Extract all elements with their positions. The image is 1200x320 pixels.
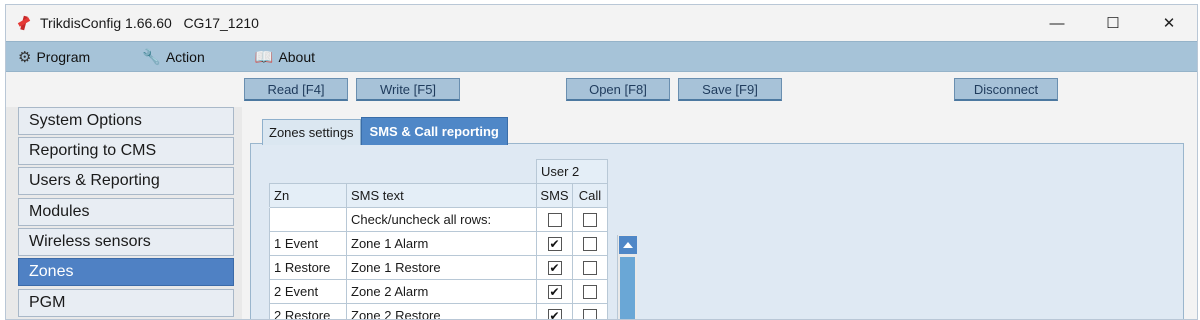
open-button[interactable]: Open [F8] — [566, 78, 670, 101]
column-header-zn: Zn — [270, 184, 347, 208]
sidebar-item-pgm[interactable]: PGM — [18, 289, 234, 317]
call-cell — [573, 280, 608, 304]
wrench-icon: 🔧 — [142, 48, 161, 66]
sms-cell: ✔ — [537, 256, 573, 280]
sms-cell: ✔ — [537, 304, 573, 319]
check-all-row: Check/uncheck all rows: — [269, 208, 608, 232]
check-all-zn-cell — [270, 208, 347, 232]
menu-about[interactable]: 📖 About — [247, 42, 323, 71]
sidebar-item-reporting-to-cms[interactable]: Reporting to CMS — [18, 137, 234, 165]
call-cell — [573, 304, 608, 319]
menu-bar: ⚙ Program 🔧 Action 📖 About — [6, 41, 1197, 72]
sidebar-item-wireless-sensors[interactable]: Wireless sensors — [18, 228, 234, 256]
book-icon: 📖 — [254, 48, 274, 66]
toolbar: Read [F4] Write [F5] Open [F8] Save [F9]… — [6, 72, 1197, 107]
grid-scrollbar[interactable] — [617, 235, 637, 319]
check-all-sms-checkbox[interactable] — [547, 212, 562, 227]
sms-cell: ✔ — [537, 232, 573, 256]
scroll-up-arrow-icon[interactable] — [619, 236, 637, 254]
scrollbar-thumb[interactable] — [620, 257, 635, 319]
zn-cell: 1 Event — [270, 232, 347, 256]
read-button[interactable]: Read [F4] — [244, 78, 348, 101]
window-controls: — ☐ ✕ — [1029, 5, 1197, 41]
sidebar-item-zones[interactable]: Zones — [18, 258, 234, 286]
call-cell — [573, 232, 608, 256]
sms-checkbox[interactable]: ✔ — [547, 236, 562, 251]
sms-cell: ✔ — [537, 280, 573, 304]
check-all-sms-cell — [537, 208, 573, 232]
check-all-call-cell — [573, 208, 608, 232]
sms-checkbox[interactable]: ✔ — [547, 284, 562, 299]
call-checkbox[interactable] — [583, 260, 597, 275]
sms-checkbox[interactable]: ✔ — [547, 308, 562, 319]
table-row: 1 Event Zone 1 Alarm ✔ — [269, 232, 608, 256]
zn-cell: 1 Restore — [270, 256, 347, 280]
column-header-call: Call — [573, 184, 608, 208]
zn-cell: 2 Event — [270, 280, 347, 304]
menu-program[interactable]: ⚙ Program — [10, 42, 98, 71]
disconnect-button[interactable]: Disconnect — [954, 78, 1058, 101]
sidebar-item-system-options[interactable]: System Options — [18, 107, 234, 135]
tab-zones-settings[interactable]: Zones settings — [262, 119, 361, 145]
sms-text-cell[interactable]: Zone 1 Alarm — [347, 232, 537, 256]
sidebar-item-users-reporting[interactable]: Users & Reporting — [18, 167, 234, 195]
sms-text-cell[interactable]: Zone 2 Alarm — [347, 280, 537, 304]
app-window: TrikdisConfig 1.66.60 CG17_1210 — ☐ ✕ ⚙ … — [5, 4, 1198, 320]
table-row: 2 Event Zone 2 Alarm ✔ — [269, 280, 608, 304]
tab-sms-call-reporting[interactable]: SMS & Call reporting — [360, 117, 508, 145]
save-button[interactable]: Save [F9] — [678, 78, 782, 101]
call-cell — [573, 256, 608, 280]
table-row: 2 Restore Zone 2 Restore ✔ — [269, 304, 608, 319]
group-header-row: User 2 — [536, 159, 608, 184]
tab-bar: Zones settings SMS & Call reporting — [262, 117, 508, 145]
sms-text-cell[interactable]: Zone 1 Restore — [347, 256, 537, 280]
sidebar-item-modules[interactable]: Modules — [18, 198, 234, 226]
sidebar: System Options Reporting to CMS Users & … — [6, 107, 242, 319]
menu-program-label: Program — [36, 48, 91, 65]
minimize-button[interactable]: — — [1029, 5, 1085, 41]
maximize-button[interactable]: ☐ — [1085, 5, 1141, 41]
gear-icon: ⚙ — [18, 48, 32, 66]
user-group-header: User 2 — [537, 160, 608, 184]
close-button[interactable]: ✕ — [1141, 5, 1197, 41]
check-all-call-checkbox[interactable] — [583, 212, 597, 227]
title-bar: TrikdisConfig 1.66.60 CG17_1210 — ☐ ✕ — [6, 5, 1197, 41]
zn-cell: 2 Restore — [270, 304, 347, 319]
menu-action[interactable]: 🔧 Action — [134, 42, 213, 71]
call-checkbox[interactable] — [583, 284, 597, 299]
column-header-row: Zn SMS text SMS Call — [269, 183, 608, 208]
menu-action-label: Action — [165, 48, 205, 65]
write-button[interactable]: Write [F5] — [356, 78, 460, 101]
call-checkbox[interactable] — [583, 236, 597, 251]
column-header-sms: SMS — [537, 184, 573, 208]
trikdis-logo-icon — [14, 13, 34, 33]
sms-text-cell[interactable]: Zone 2 Restore — [347, 304, 537, 319]
menu-about-label: About — [278, 48, 316, 65]
call-checkbox[interactable] — [583, 308, 597, 319]
check-all-label: Check/uncheck all rows: — [347, 208, 537, 232]
column-header-sms-text: SMS text — [347, 184, 537, 208]
sms-checkbox[interactable]: ✔ — [547, 260, 562, 275]
window-title: TrikdisConfig 1.66.60 CG17_1210 — [40, 15, 259, 31]
table-row: 1 Restore Zone 1 Restore ✔ — [269, 256, 608, 280]
